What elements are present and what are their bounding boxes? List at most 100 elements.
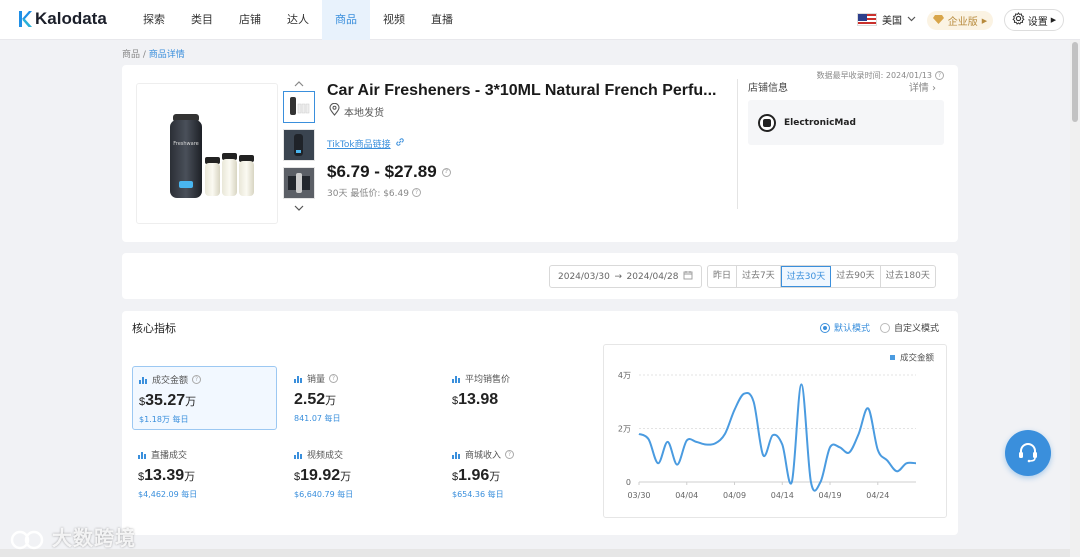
settings-button[interactable]: 设置 ▶ <box>1004 9 1064 31</box>
vertical-scrollbar[interactable] <box>1070 40 1080 557</box>
x-tick-label: 03/30 <box>627 491 650 500</box>
nav-item-6[interactable]: 直播 <box>418 0 466 40</box>
gear-icon <box>1012 12 1025 28</box>
settings-label: 设置 <box>1027 16 1048 28</box>
bar-chart-icon <box>452 451 461 459</box>
tiktok-link-label[interactable]: TikTok商品链接 <box>327 137 391 150</box>
region-selector[interactable]: 美国 <box>857 12 916 27</box>
link-icon[interactable] <box>395 137 405 150</box>
metric-card[interactable]: 平均销售价 $13.98 <box>446 366 591 430</box>
nav-item-0[interactable]: 探索 <box>130 0 178 40</box>
y-tick-label: 2万 <box>618 425 631 434</box>
metric-number: 13.39 <box>144 467 185 484</box>
tiktok-product-link[interactable]: TikTok商品链接 <box>327 137 405 150</box>
help-icon[interactable]: ? <box>505 450 515 459</box>
customer-support-button[interactable] <box>1005 430 1051 476</box>
chart-svg: 0 2万 4万 03/30 04/04 04/09 04/14 04/19 04/24 成交金额 <box>618 353 935 501</box>
product-main-image[interactable]: Freshware <box>136 83 278 224</box>
x-tick-label: 04/14 <box>771 491 794 500</box>
legend-label: 成交金额 <box>900 353 935 364</box>
nav-item-4[interactable]: 商品 <box>322 0 370 40</box>
metric-card[interactable]: 视频成交 $19.92万 $6,640.79 每日 <box>288 442 433 506</box>
help-icon[interactable]: ? <box>329 374 339 383</box>
metric-number: 2.52 <box>294 391 326 408</box>
date-filter-card: 2024/03/30 → 2024/04/28 昨日 过去7天 过去30天 过去90天… <box>122 253 958 299</box>
breadcrumb-separator: / <box>140 50 149 60</box>
radio-unselected[interactable] <box>880 322 890 333</box>
shop-details-label[interactable]: 详情 <box>909 83 929 94</box>
help-icon[interactable]: ? <box>935 71 944 80</box>
enterprise-badge[interactable]: 企业版 ▶ <box>927 11 993 30</box>
date-preset-3[interactable]: 过去90天 <box>831 266 881 287</box>
mode-default[interactable]: 默认模式 <box>820 321 870 334</box>
metric-card[interactable]: 成交金额? $35.27万 $1.18万 每日 <box>132 366 277 430</box>
nav-item-3[interactable]: 达人 <box>274 0 322 40</box>
thumbnail-1[interactable] <box>283 91 315 123</box>
chevron-down-icon[interactable] <box>283 203 315 215</box>
metric-unit: 万 <box>489 471 501 483</box>
date-preset-2[interactable]: 过去30天 <box>780 266 832 287</box>
shop-info-label: 店铺信息 <box>748 83 788 94</box>
mode-custom[interactable]: 自定义模式 <box>880 321 939 334</box>
main-nav: 探索 类目 店铺 达人 商品 视频 直播 <box>130 0 466 40</box>
nav-item-2[interactable]: 店铺 <box>226 0 274 40</box>
metric-label-row: 成交金额? <box>139 373 270 386</box>
metric-card[interactable]: 直播成交 $13.39万 $4,462.09 每日 <box>132 442 277 506</box>
headset-icon <box>1016 440 1040 467</box>
nav-item-5[interactable]: 视频 <box>370 0 418 40</box>
caret-right-icon: ▶ <box>1050 16 1057 24</box>
metric-value: $1.96万 <box>452 467 585 485</box>
metric-label: 商城收入 <box>465 451 502 461</box>
metric-label-row: 平均销售价 <box>452 372 585 385</box>
thumbnail-3[interactable] <box>283 167 315 199</box>
date-preset-1[interactable]: 过去7天 <box>737 266 781 287</box>
nav-item-1[interactable]: 类目 <box>178 0 226 40</box>
caret-right-icon: ▶ <box>981 16 988 25</box>
scrollbar-thumb[interactable] <box>1072 42 1078 122</box>
shop-card[interactable]: ElectronicMad <box>748 100 944 145</box>
shop-details-link[interactable]: 详情 › <box>909 79 936 94</box>
thumbnail-2[interactable] <box>283 129 315 161</box>
horizontal-scrollbar[interactable] <box>0 549 1070 557</box>
y-tick-label: 4万 <box>618 371 631 380</box>
help-icon[interactable]: ? <box>441 167 451 177</box>
metric-label: 成交金额 <box>152 376 189 386</box>
lowest-price-text: 30天 最低价: $6.49 <box>327 189 409 199</box>
date-preset-4[interactable]: 过去180天 <box>881 266 935 287</box>
bar-chart-icon <box>452 375 461 383</box>
y-tick-label: 0 <box>626 478 631 487</box>
arrow-right-icon: → <box>614 271 622 282</box>
price-range: $6.79 - $27.89 ? <box>327 162 451 182</box>
shop-name[interactable]: ElectronicMad <box>784 118 856 128</box>
metric-label: 直播成交 <box>151 451 188 461</box>
x-tick-label: 04/19 <box>819 491 842 500</box>
breadcrumb-parent[interactable]: 商品 <box>122 50 140 60</box>
logo[interactable]: Kalodata <box>18 9 107 29</box>
metric-number: 35.27 <box>145 392 186 409</box>
metric-card[interactable]: 商城收入? $1.96万 $654.36 每日 <box>446 442 591 506</box>
breadcrumb-current: 商品详情 <box>148 50 185 60</box>
us-flag-icon <box>857 13 877 26</box>
metric-label-row: 直播成交 <box>138 448 271 461</box>
radio-selected[interactable] <box>820 322 830 333</box>
date-range-picker[interactable]: 2024/03/30 → 2024/04/28 <box>549 265 702 288</box>
help-icon[interactable]: ? <box>192 375 202 384</box>
date-preset-0[interactable]: 昨日 <box>708 266 738 287</box>
product-card: 数据最早收录时间: 2024/01/13 ? Freshware Car Air… <box>122 65 958 242</box>
metric-value: $13.39万 <box>138 467 271 485</box>
breadcrumb: 商品 / 商品详情 <box>122 47 185 60</box>
air-freshener-image: Freshware <box>170 114 254 198</box>
lowest-price: 30天 最低价: $6.49 ? <box>327 186 421 199</box>
metric-label-row: 销量? <box>294 372 427 385</box>
top-navbar: Kalodata 探索 类目 店铺 达人 商品 视频 直播 美国 企业版 ▶ 设置 ▶ <box>0 0 1080 40</box>
chevron-down-icon <box>907 14 916 25</box>
product-title: Car Air Fresheners - 3*10ML Natural Fren… <box>327 82 717 99</box>
metric-value: $35.27万 <box>139 392 270 410</box>
chevron-up-icon[interactable] <box>283 79 315 91</box>
metric-card[interactable]: 销量? 2.52万 841.07 每日 <box>288 366 433 430</box>
calendar-icon <box>683 270 693 283</box>
help-icon[interactable]: ? <box>411 188 421 197</box>
region-label: 美国 <box>882 16 902 27</box>
bar-chart-icon <box>138 451 147 459</box>
vertical-divider <box>737 79 738 209</box>
